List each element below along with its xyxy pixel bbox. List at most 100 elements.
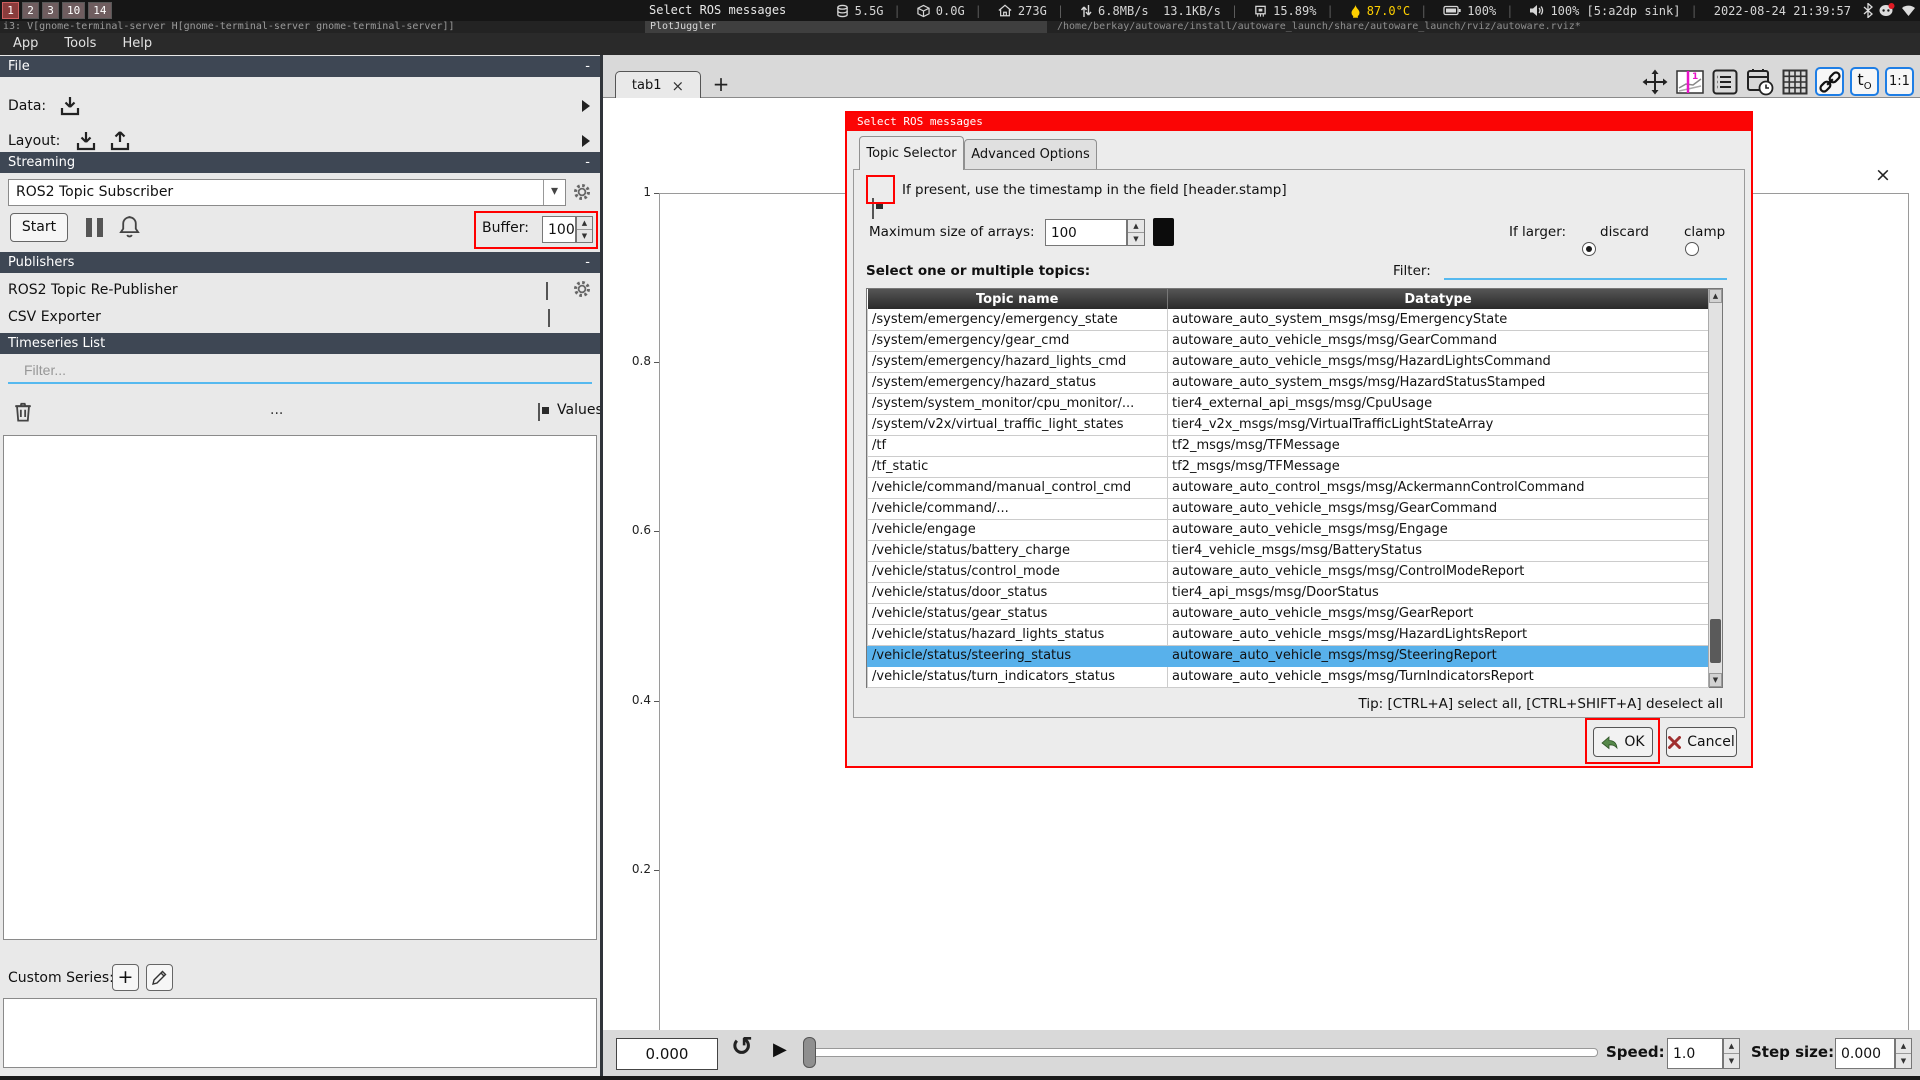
table-cell[interactable]: autoware_auto_vehicle_msgs/msg/GearComma… — [1168, 330, 1709, 351]
menu-tools[interactable]: Tools — [51, 33, 109, 55]
delete-trash-icon[interactable] — [12, 399, 34, 423]
columns-ellipsis[interactable]: ... — [270, 402, 283, 418]
table-cell[interactable]: /system/emergency/emergency_state — [868, 309, 1168, 330]
table-cell[interactable]: /vehicle/status/battery_charge — [868, 540, 1168, 561]
ratio-one-to-one-icon[interactable]: 1:1 — [1885, 67, 1914, 96]
table-cell[interactable]: tier4_vehicle_msgs/msg/BatteryStatus — [1168, 540, 1709, 561]
table-cell[interactable]: autoware_auto_vehicle_msgs/msg/Engage — [1168, 519, 1709, 540]
load-layout-icon[interactable] — [74, 129, 98, 153]
workspace-button[interactable]: 10 — [62, 2, 85, 19]
menu-app[interactable]: App — [0, 33, 51, 55]
table-row[interactable]: /tftf2_msgs/msg/TFMessage — [868, 435, 1709, 456]
grid-layout-icon[interactable] — [1780, 67, 1809, 96]
table-cell[interactable]: /vehicle/status/hazard_lights_status — [868, 624, 1168, 645]
rviz-window-title[interactable]: /home/berkay/autoware/install/autoware_l… — [1047, 21, 1920, 33]
table-row[interactable]: /vehicle/status/control_modeautoware_aut… — [868, 561, 1709, 582]
step-size-spinbox[interactable]: 0.000 — [1835, 1038, 1895, 1069]
bluetooth-icon[interactable] — [1863, 3, 1873, 18]
discord-icon[interactable] — [1879, 3, 1895, 18]
table-row[interactable]: /vehicle/status/door_statustier4_api_msg… — [868, 582, 1709, 603]
datetime-icon[interactable] — [1745, 67, 1774, 96]
values-checkbox[interactable] — [538, 403, 540, 421]
table-cell[interactable]: /system/emergency/hazard_status — [868, 372, 1168, 393]
pause-icon[interactable] — [86, 218, 103, 237]
table-row[interactable]: /vehicle/status/gear_statusautoware_auto… — [868, 603, 1709, 624]
table-cell[interactable]: autoware_auto_vehicle_msgs/msg/TurnIndic… — [1168, 666, 1709, 687]
scroll-up-icon[interactable]: ▲ — [1709, 289, 1722, 303]
table-cell[interactable]: /system/emergency/gear_cmd — [868, 330, 1168, 351]
edit-custom-series-button[interactable] — [146, 964, 173, 991]
table-cell[interactable]: /vehicle/status/turn_indicators_status — [868, 666, 1168, 687]
table-row[interactable]: /vehicle/command/...autoware_auto_vehicl… — [868, 498, 1709, 519]
table-cell[interactable]: autoware_auto_vehicle_msgs/msg/SteeringR… — [1168, 645, 1709, 666]
table-cell[interactable]: /tf — [868, 435, 1168, 456]
dialog-filter-input[interactable] — [1444, 260, 1727, 280]
max-array-spin-arrows[interactable]: ▲▼ — [1127, 219, 1145, 246]
speed-spin-arrows[interactable]: ▲▼ — [1723, 1038, 1740, 1069]
speed-spinbox[interactable]: 1.0 — [1667, 1038, 1723, 1069]
plot-close-icon[interactable]: × — [1875, 164, 1891, 186]
table-cell[interactable]: /system/v2x/virtual_traffic_light_states — [868, 414, 1168, 435]
section-header-timeseries[interactable]: Timeseries List — [0, 333, 600, 354]
table-cell[interactable]: autoware_auto_vehicle_msgs/msg/HazardLig… — [1168, 624, 1709, 645]
array-help-button[interactable] — [1153, 218, 1174, 246]
workspace-button[interactable]: 2 — [22, 2, 39, 19]
table-row[interactable]: /vehicle/status/turn_indicators_statusau… — [868, 666, 1709, 687]
table-row[interactable]: /system/v2x/virtual_traffic_light_states… — [868, 414, 1709, 435]
table-cell[interactable]: /vehicle/status/steering_status — [868, 645, 1168, 666]
table-cell[interactable]: tier4_external_api_msgs/msg/CpuUsage — [1168, 393, 1709, 414]
wifi-icon[interactable] — [1901, 4, 1916, 17]
clamp-radio[interactable] — [1685, 242, 1699, 256]
data-menu-arrow-icon[interactable] — [582, 100, 590, 112]
timeseries-list[interactable] — [3, 435, 597, 940]
collapse-indicator[interactable]: - — [585, 252, 590, 273]
time-offset-icon[interactable]: tO — [1850, 67, 1879, 96]
plotjuggler-window-title[interactable]: PlotJuggler — [645, 21, 1047, 33]
csv-exporter-checkbox[interactable] — [548, 309, 550, 327]
new-tab-button[interactable]: + — [709, 72, 733, 96]
discard-radio[interactable] — [1582, 242, 1596, 256]
table-cell[interactable]: autoware_auto_vehicle_msgs/msg/GearComma… — [1168, 498, 1709, 519]
max-array-spinbox[interactable]: 100 — [1045, 219, 1127, 246]
curve-list-icon[interactable] — [1710, 67, 1739, 96]
table-row[interactable]: /vehicle/command/manual_control_cmdautow… — [868, 477, 1709, 498]
workspace-button[interactable]: 14 — [88, 2, 111, 19]
table-cell[interactable]: /vehicle/command/... — [868, 498, 1168, 519]
time-slider-handle[interactable] — [803, 1037, 816, 1068]
section-header-file[interactable]: File- — [0, 56, 600, 77]
table-cell[interactable]: /tf_static — [868, 456, 1168, 477]
table-cell[interactable]: tier4_v2x_msgs/msg/VirtualTrafficLightSt… — [1168, 414, 1709, 435]
save-layout-icon[interactable] — [108, 129, 132, 153]
time-slider-track[interactable] — [803, 1048, 1598, 1057]
current-time-field[interactable]: 0.000 — [616, 1038, 718, 1070]
tab-advanced-options[interactable]: Advanced Options — [964, 139, 1097, 170]
layout-menu-arrow-icon[interactable] — [582, 135, 590, 147]
ok-button[interactable]: OK — [1593, 727, 1653, 757]
tab-topic-selector[interactable]: Topic Selector — [859, 136, 964, 170]
table-cell[interactable]: tier4_api_msgs/msg/DoorStatus — [1168, 582, 1709, 603]
add-custom-series-button[interactable]: + — [112, 964, 139, 991]
table-cell[interactable]: tf2_msgs/msg/TFMessage — [1168, 456, 1709, 477]
table-scrollbar[interactable]: ▲ ▼ — [1708, 289, 1722, 687]
use-timestamp-checkbox[interactable] — [872, 198, 874, 219]
load-data-icon[interactable] — [58, 94, 82, 118]
table-cell[interactable]: autoware_auto_vehicle_msgs/msg/ControlMo… — [1168, 561, 1709, 582]
link-axes-icon[interactable] — [1815, 67, 1844, 96]
tab-close-icon[interactable]: × — [672, 77, 685, 95]
table-cell[interactable]: /vehicle/status/gear_status — [868, 603, 1168, 624]
section-header-publishers[interactable]: Publishers- — [0, 252, 600, 273]
section-header-streaming[interactable]: Streaming- — [0, 152, 600, 173]
republisher-gear-icon[interactable] — [572, 279, 592, 299]
cancel-button[interactable]: Cancel — [1666, 727, 1737, 757]
pan-zoom-icon[interactable] — [1640, 67, 1669, 96]
table-cell[interactable]: autoware_auto_control_msgs/msg/Ackermann… — [1168, 477, 1709, 498]
table-cell[interactable]: autoware_auto_system_msgs/msg/EmergencyS… — [1168, 309, 1709, 330]
column-header-datatype[interactable]: Datatype — [1168, 289, 1709, 309]
tab-tab1[interactable]: tab1 × — [615, 71, 701, 99]
table-row[interactable]: /system/emergency/hazard_lights_cmdautow… — [868, 351, 1709, 372]
table-cell[interactable]: autoware_auto_vehicle_msgs/msg/GearRepor… — [1168, 603, 1709, 624]
terminal-window-title[interactable]: i3: V[gnome-terminal-server H[gnome-term… — [0, 21, 645, 33]
scroll-down-icon[interactable]: ▼ — [1709, 673, 1722, 687]
combobox-dropdown-icon[interactable]: ▾ — [543, 180, 565, 205]
custom-series-list[interactable] — [3, 998, 597, 1068]
